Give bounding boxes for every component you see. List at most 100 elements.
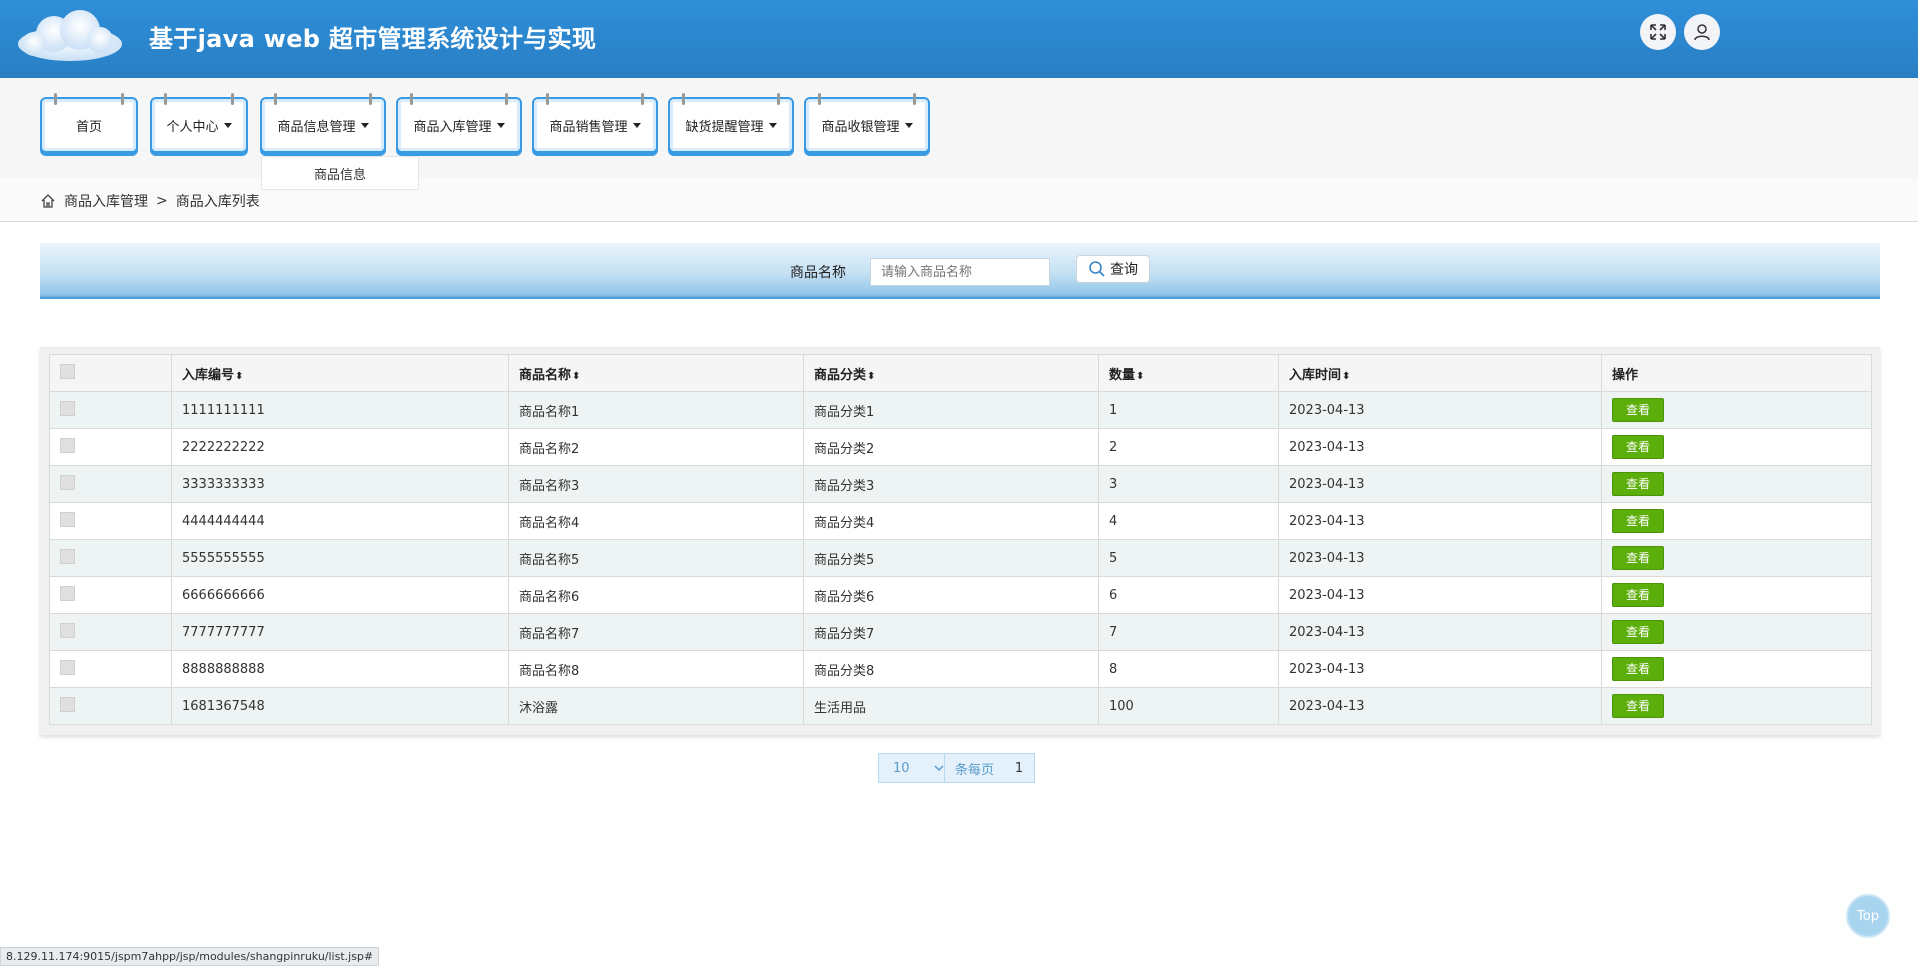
caret-down-icon xyxy=(632,122,641,128)
caret-down-icon xyxy=(496,122,505,128)
cell-quantity: 100 xyxy=(1098,687,1279,725)
cell-stock-time: 2023-04-13 xyxy=(1278,428,1602,466)
data-table: 入库编号⬍ 商品名称⬍ 商品分类⬍ 数量⬍ 入库时间⬍ 操作 111111111… xyxy=(49,354,1872,725)
cell-stock-id: 8888888888 xyxy=(171,650,509,688)
back-to-top-button[interactable]: Top xyxy=(1846,894,1890,938)
cell-category: 商品分类1 xyxy=(803,391,1099,429)
sort-icon: ⬍ xyxy=(867,370,876,382)
cell-quantity: 7 xyxy=(1098,613,1279,651)
header-bar: 基于java web 超市管理系统设计与实现 xyxy=(0,0,1918,78)
view-button[interactable]: 查看 xyxy=(1612,657,1664,681)
page-size-select[interactable]: 10 xyxy=(879,754,945,782)
row-checkbox[interactable] xyxy=(60,437,75,453)
nav-item-checkout[interactable]: 商品收银管理 xyxy=(804,93,930,153)
browser-status-url: 8.129.11.174:9015/jspm7ahpp/jsp/modules/… xyxy=(0,947,380,966)
expand-icon xyxy=(1650,24,1666,40)
view-button[interactable]: 查看 xyxy=(1612,435,1664,459)
cell-quantity: 3 xyxy=(1098,465,1279,503)
page-size-value: 10 xyxy=(893,760,910,776)
view-button[interactable]: 查看 xyxy=(1612,398,1664,422)
pagination: 10 条每页 1 xyxy=(878,753,1036,783)
view-button[interactable]: 查看 xyxy=(1612,472,1664,496)
cell-quantity: 6 xyxy=(1098,576,1279,614)
sort-icon: ⬍ xyxy=(572,370,581,382)
fullscreen-button[interactable] xyxy=(1640,14,1676,50)
table-row: 7777777777 商品名称7 商品分类7 7 2023-04-13 查看 xyxy=(49,613,1872,651)
cell-quantity: 5 xyxy=(1098,539,1279,577)
column-header-actions: 操作 xyxy=(1601,354,1872,392)
row-checkbox[interactable] xyxy=(60,622,75,638)
table-row: 3333333333 商品名称3 商品分类3 3 2023-04-13 查看 xyxy=(49,465,1872,503)
cell-stock-time: 2023-04-13 xyxy=(1278,650,1602,688)
cell-product-name: 商品名称2 xyxy=(508,428,804,466)
cell-stock-id: 1681367548 xyxy=(171,687,509,725)
cell-product-name: 商品名称7 xyxy=(508,613,804,651)
cell-category: 商品分类6 xyxy=(803,576,1099,614)
cell-quantity: 1 xyxy=(1098,391,1279,429)
column-header-stock-time[interactable]: 入库时间⬍ xyxy=(1278,354,1602,392)
row-checkbox[interactable] xyxy=(60,585,75,601)
view-button[interactable]: 查看 xyxy=(1612,546,1664,570)
page-number-current[interactable]: 1 xyxy=(1004,754,1035,782)
cell-stock-time: 2023-04-13 xyxy=(1278,391,1602,429)
select-all-cell xyxy=(49,354,172,392)
cell-category: 商品分类4 xyxy=(803,502,1099,540)
nav-item-label: 商品销售管理 xyxy=(549,119,628,135)
nav-item-personal-center[interactable]: 个人中心 xyxy=(150,93,248,153)
table-row: 5555555555 商品名称5 商品分类5 5 2023-04-13 查看 xyxy=(49,539,1872,577)
search-label: 商品名称 xyxy=(790,265,846,281)
nav-item-shortage-alert[interactable]: 缺货提醒管理 xyxy=(668,93,794,153)
nav-item-label: 商品信息管理 xyxy=(277,119,356,135)
cell-stock-time: 2023-04-13 xyxy=(1278,539,1602,577)
dropdown-menu-product-info: 商品信息 xyxy=(261,156,419,190)
column-header-quantity[interactable]: 数量⬍ xyxy=(1098,354,1279,392)
app-title: 基于java web 超市管理系统设计与实现 xyxy=(149,25,597,53)
row-checkbox[interactable] xyxy=(60,511,75,527)
row-checkbox[interactable] xyxy=(60,548,75,564)
nav-item-home[interactable]: 首页 xyxy=(40,93,138,153)
search-button[interactable]: 查询 xyxy=(1076,255,1150,283)
column-header-product-name[interactable]: 商品名称⬍ xyxy=(508,354,804,392)
row-checkbox[interactable] xyxy=(60,474,75,490)
breadcrumb: 商品入库管理 > 商品入库列表 xyxy=(40,191,260,211)
cloud-logo-icon xyxy=(18,10,122,61)
cell-stock-id: 2222222222 xyxy=(171,428,509,466)
cell-stock-id: 6666666666 xyxy=(171,576,509,614)
view-button[interactable]: 查看 xyxy=(1612,694,1664,718)
nav-item-sales[interactable]: 商品销售管理 xyxy=(532,93,658,153)
view-button[interactable]: 查看 xyxy=(1612,620,1664,644)
data-table-container: 入库编号⬍ 商品名称⬍ 商品分类⬍ 数量⬍ 入库时间⬍ 操作 111111111… xyxy=(40,347,1880,735)
cell-product-name: 商品名称4 xyxy=(508,502,804,540)
sort-icon: ⬍ xyxy=(1136,370,1145,382)
nav-item-stock-in[interactable]: 商品入库管理 xyxy=(396,93,522,153)
cell-quantity: 2 xyxy=(1098,428,1279,466)
cell-stock-time: 2023-04-13 xyxy=(1278,465,1602,503)
nav-item-label: 首页 xyxy=(75,119,102,135)
table-row: 8888888888 商品名称8 商品分类8 8 2023-04-13 查看 xyxy=(49,650,1872,688)
user-button[interactable] xyxy=(1684,14,1720,50)
table-row: 1111111111 商品名称1 商品分类1 1 2023-04-13 查看 xyxy=(49,391,1872,429)
breadcrumb-separator: > xyxy=(156,193,168,209)
row-checkbox[interactable] xyxy=(60,696,75,712)
nav-item-label: 商品入库管理 xyxy=(413,119,492,135)
cell-category: 商品分类5 xyxy=(803,539,1099,577)
select-all-checkbox[interactable] xyxy=(60,363,75,379)
cell-product-name: 商品名称3 xyxy=(508,465,804,503)
view-button[interactable]: 查看 xyxy=(1612,509,1664,533)
column-header-stock-id[interactable]: 入库编号⬍ xyxy=(171,354,509,392)
dropdown-item-product-info[interactable]: 商品信息 xyxy=(314,164,366,183)
cell-category: 商品分类3 xyxy=(803,465,1099,503)
search-input[interactable] xyxy=(870,258,1050,286)
sort-icon: ⬍ xyxy=(1342,370,1351,382)
row-checkbox[interactable] xyxy=(60,659,75,675)
search-icon xyxy=(1089,261,1105,277)
nav-item-product-info[interactable]: 商品信息管理 xyxy=(260,93,386,153)
row-checkbox[interactable] xyxy=(60,400,75,416)
home-icon[interactable] xyxy=(40,193,56,209)
cell-stock-time: 2023-04-13 xyxy=(1278,687,1602,725)
breadcrumb-level1[interactable]: 商品入库管理 xyxy=(64,191,148,211)
chevron-down-icon xyxy=(934,765,944,772)
nav-item-label: 商品收银管理 xyxy=(821,119,900,135)
column-header-category[interactable]: 商品分类⬍ xyxy=(803,354,1099,392)
view-button[interactable]: 查看 xyxy=(1612,583,1664,607)
